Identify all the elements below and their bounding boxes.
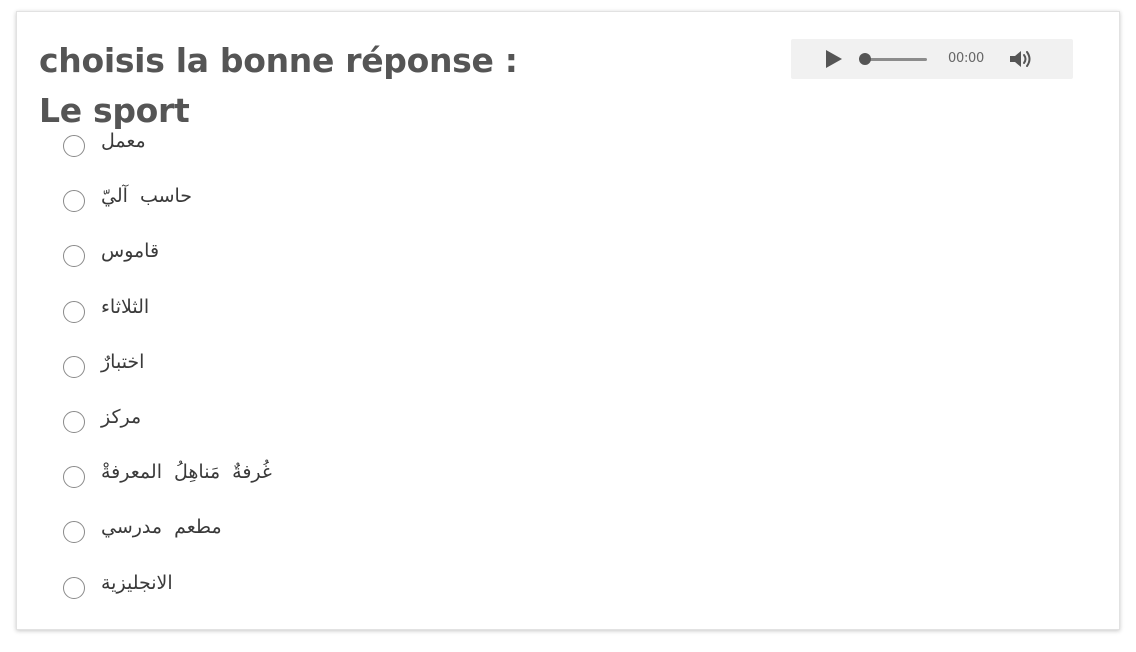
quiz-card: choisis la bonne réponse : Le sport 00:0… — [16, 11, 1120, 630]
option-label: قاموس — [101, 240, 160, 263]
option-label: الثلاثاء — [101, 295, 150, 318]
audio-progress-track[interactable] — [865, 58, 927, 61]
option-label: مطعم مدرسي — [101, 516, 222, 539]
radio-button[interactable] — [63, 190, 85, 213]
radio-button[interactable] — [63, 576, 85, 599]
volume-icon[interactable] — [1007, 48, 1035, 70]
radio-button[interactable] — [63, 410, 85, 433]
radio-button[interactable] — [63, 466, 85, 489]
question-title: choisis la bonne réponse : Le sport — [39, 36, 518, 136]
option-label: مركز — [101, 405, 142, 428]
option-label: حاسب آليّ — [101, 185, 193, 208]
radio-button[interactable] — [63, 355, 85, 378]
option-label: غُرفةٌ مَناهِلُ المعرفةْ — [101, 461, 272, 484]
radio-button[interactable] — [63, 245, 85, 268]
audio-player: 00:00 — [791, 39, 1073, 79]
option-label: اختبارٌ — [101, 350, 145, 373]
radio-button[interactable] — [63, 521, 85, 544]
audio-progress-knob[interactable] — [859, 53, 871, 65]
play-icon[interactable] — [826, 50, 842, 68]
option-label: معمل — [101, 130, 146, 152]
question-instruction: choisis la bonne réponse : — [39, 41, 518, 80]
radio-button[interactable] — [63, 135, 85, 157]
radio-button[interactable] — [63, 300, 85, 323]
question-prompt: Le sport — [39, 91, 190, 130]
audio-time: 00:00 — [948, 51, 984, 66]
option-label: الانجليزية — [101, 571, 173, 594]
